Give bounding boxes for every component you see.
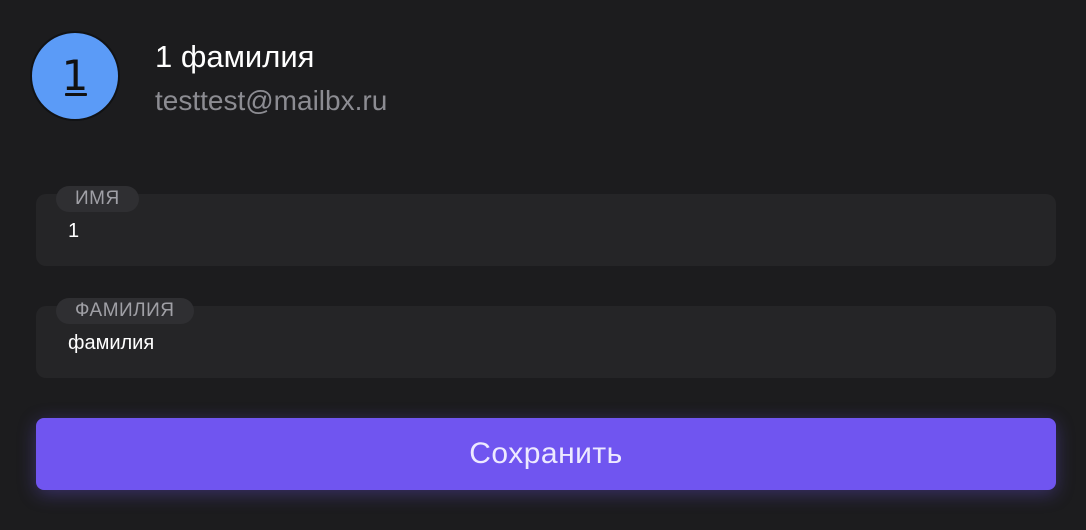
last-name-input[interactable]	[68, 330, 1028, 356]
first-name-field[interactable]: ИМЯ	[36, 186, 1056, 266]
avatar[interactable]: 1	[30, 31, 120, 121]
first-name-input[interactable]	[68, 218, 1028, 244]
avatar-initial-underline	[65, 93, 87, 96]
avatar-initial: 1	[61, 51, 89, 100]
first-name-label: ИМЯ	[56, 186, 139, 212]
last-name-field[interactable]: ФАМИЛИЯ	[36, 298, 1056, 378]
last-name-label: ФАМИЛИЯ	[56, 298, 194, 324]
profile-info: 1 фамилия testtest@mailbx.ru	[155, 39, 387, 117]
save-button[interactable]: Сохранить	[36, 418, 1056, 490]
profile-display-name: 1 фамилия	[155, 39, 315, 74]
profile-header: 1 1 фамилия testtest@mailbx.ru	[30, 31, 387, 127]
profile-email: testtest@mailbx.ru	[155, 85, 388, 116]
